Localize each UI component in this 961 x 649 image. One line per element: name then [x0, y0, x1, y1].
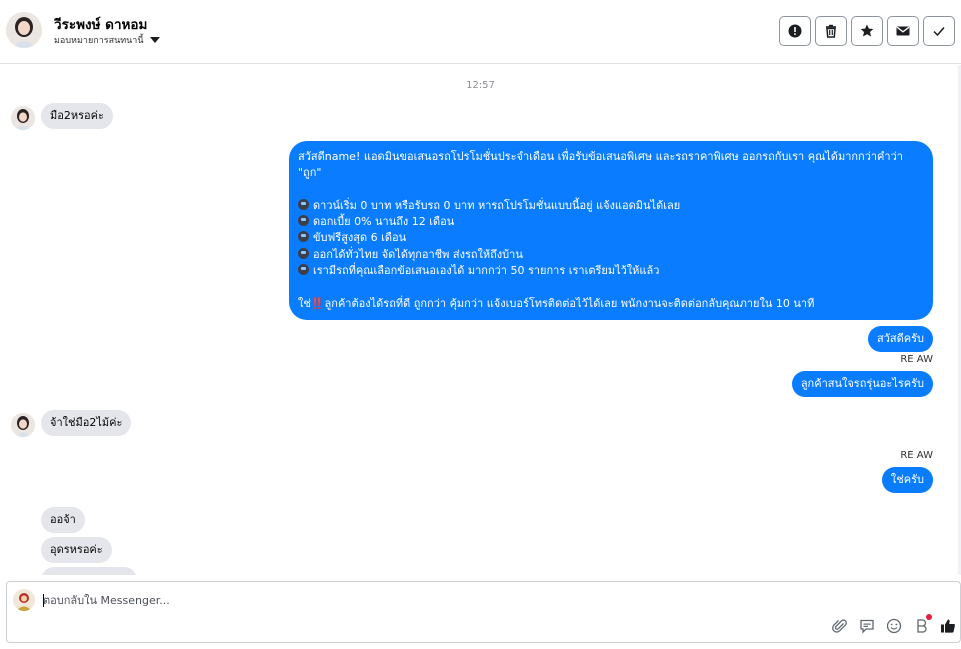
promo-closing-prefix: ใช่: [298, 296, 311, 310]
car-icon: [298, 247, 309, 259]
paperclip-icon: [831, 618, 847, 633]
promo-bullet-text: เรามีรถที่คุณเลือกข้อเสนอเองได้ มากกว่า …: [313, 264, 660, 278]
incoming-message-partial[interactable]: [41, 567, 137, 575]
trash-icon: [826, 24, 836, 38]
message-timestamp: 12:57: [466, 80, 495, 91]
saved-replies-icon: [859, 619, 874, 634]
bot-button[interactable]: [912, 614, 932, 634]
promo-bullet-text: ออกได้ทั่วไทย จัดได้ทุกอาชีพ ส่งรถให้ถึง…: [313, 247, 523, 261]
car-icon: [298, 264, 309, 276]
contact-name[interactable]: วีระพงษ์ ดาหอม: [54, 13, 147, 35]
promo-bullet-text: ขับฟรีสูงสุด 6 เดือน: [313, 231, 407, 245]
emoji-icon: [886, 618, 901, 633]
header-actions: [779, 16, 955, 46]
contact-avatar[interactable]: [6, 12, 42, 48]
assign-label: มอบหมายการสนทนานี้: [54, 36, 144, 46]
composer-tools: [831, 614, 956, 634]
sender-label: RE AW: [900, 354, 933, 365]
attach-file-button[interactable]: [831, 617, 848, 634]
mark-spam-button[interactable]: [779, 16, 811, 46]
caret-down-icon: [149, 37, 160, 43]
assign-conversation-dropdown[interactable]: มอบหมายการสนทนานี้: [54, 33, 160, 47]
double-exclamation-icon: ‼️: [310, 296, 325, 310]
promo-bullet-text: ดาวน์เริ่ม 0 บาท หรือรับรถ 0 บาท หารถโปร…: [313, 198, 681, 212]
customer-avatar: [11, 413, 35, 437]
car-icon: [298, 215, 309, 227]
promo-blank-line: [298, 279, 924, 295]
conversation-header: วีระพงษ์ ดาหอม มอบหมายการสนทนานี้: [0, 0, 961, 64]
promo-line: สวัสดีname! แอดมินขอเสนอรถโปรโมชั่นประจำ…: [298, 150, 903, 163]
bot-icon: [916, 618, 927, 633]
promo-bullet: เรามีรถที่คุณเลือกข้อเสนอเองได้ มากกว่า …: [298, 263, 924, 279]
car-icon: [298, 231, 309, 243]
promo-line: "ถูก": [298, 166, 322, 180]
promo-bullet-text: ดอกเบี้ย 0% นานถึง 12 เดือน: [313, 215, 455, 229]
incoming-message[interactable]: จ้าใช่มือ2ไม้ค่ะ: [41, 410, 132, 436]
reply-composer: [6, 581, 961, 643]
incoming-message[interactable]: มือ2หรอค่ะ: [41, 103, 113, 129]
message-thread[interactable]: 12:57 มือ2หรอค่ะ สวัสดีname! แอดมินขอเสน…: [0, 65, 958, 575]
mark-unread-button[interactable]: [887, 16, 919, 46]
star-button[interactable]: [851, 16, 883, 46]
promo-bullet: ขับฟรีสูงสุด 6 เดือน: [298, 230, 924, 246]
delete-button[interactable]: [815, 16, 847, 46]
star-icon: [860, 24, 874, 37]
envelope-icon: [896, 26, 910, 36]
mark-done-button[interactable]: [923, 16, 955, 46]
promo-closing: ใช่‼️ลูกค้าต้องได้รถที่ดี ถูกกว่า คุ้มกว…: [298, 296, 924, 312]
outgoing-message[interactable]: ใช่ครับ: [881, 467, 933, 493]
reply-input[interactable]: [43, 591, 643, 609]
incoming-message[interactable]: ออจ้า: [41, 507, 85, 533]
emoji-button[interactable]: [885, 617, 902, 634]
outgoing-message[interactable]: ลูกค้าสนใจรถรุ่นอะไรครับ: [791, 371, 933, 397]
agent-avatar: [13, 589, 35, 611]
send-like-button[interactable]: [939, 617, 956, 634]
promo-bullet: ดอกเบี้ย 0% นานถึง 12 เดือน: [298, 214, 924, 230]
customer-avatar: [11, 106, 35, 130]
promo-bullet: ดาวน์เริ่ม 0 บาท หรือรับรถ 0 บาท หารถโปร…: [298, 198, 924, 214]
checkmark-icon: [933, 27, 945, 37]
like-icon: [940, 619, 955, 633]
incoming-message[interactable]: อุดรหรอค่ะ: [41, 537, 112, 563]
outgoing-message-promo[interactable]: สวัสดีname! แอดมินขอเสนอรถโปรโมชั่นประจำ…: [289, 141, 933, 320]
promo-bullet: ออกได้ทั่วไทย จัดได้ทุกอาชีพ ส่งรถให้ถึง…: [298, 247, 924, 263]
outgoing-message[interactable]: สวัสดีครับ: [868, 326, 933, 352]
car-icon: [298, 198, 309, 210]
notification-dot: [926, 614, 932, 620]
promo-blank-line: [298, 182, 924, 198]
exclamation-circle-icon: [788, 24, 802, 38]
promo-closing-text: ลูกค้าต้องได้รถที่ดี ถูกกว่า คุ้มกว่า แจ…: [324, 296, 815, 310]
sender-label: RE AW: [900, 450, 933, 461]
saved-replies-button[interactable]: [858, 617, 875, 634]
